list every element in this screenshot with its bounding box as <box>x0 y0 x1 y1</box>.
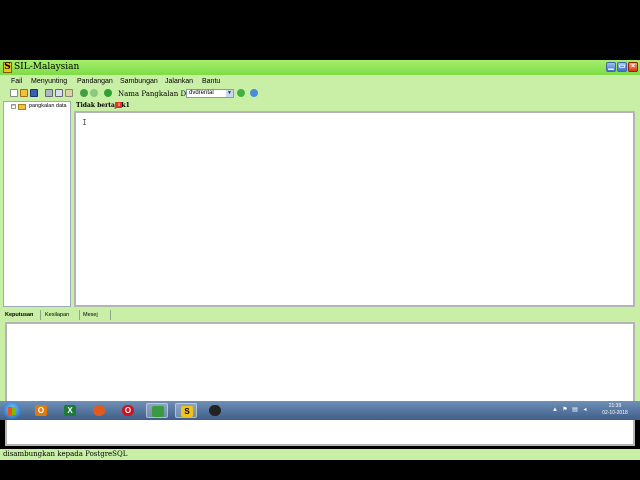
connection-status: disambungkan kepada PostgreSQL <box>3 450 128 458</box>
refresh-icon[interactable] <box>237 89 245 97</box>
taskbar-opera[interactable]: O <box>117 403 139 418</box>
database-select-value: dvdrental <box>189 90 214 96</box>
network-icon[interactable]: ▤ <box>572 407 578 413</box>
outlook-icon: O <box>35 405 47 416</box>
toolbar: Nama Pangkalan Data dvdrental ▼ <box>0 88 640 100</box>
menu-sambungan[interactable]: Sambungan <box>120 78 158 85</box>
maximize-button[interactable]: ▭ <box>617 62 627 72</box>
output-tabs: Keputusan Kesilapan Mesej <box>3 310 637 320</box>
taskbar-obs[interactable] <box>204 403 226 418</box>
close-tab-icon[interactable]: x <box>116 102 122 108</box>
app-logo-icon: S <box>3 62 12 73</box>
globe-icon[interactable] <box>250 89 258 97</box>
taskbar-excel[interactable]: X <box>59 403 81 418</box>
taskbar-firefox[interactable] <box>88 403 110 418</box>
tab-keputusan[interactable]: Keputusan <box>3 310 41 320</box>
sil-app-icon: S <box>181 406 193 417</box>
database-select[interactable]: dvdrental ▼ <box>186 89 234 98</box>
chevron-down-icon[interactable]: ▼ <box>226 90 233 97</box>
flag-icon[interactable]: ⚑ <box>562 407 568 413</box>
undo-icon[interactable] <box>80 89 88 97</box>
sql-editor[interactable]: I <box>74 111 635 307</box>
clock-time: 21:39 <box>608 403 622 409</box>
close-button[interactable]: × <box>628 62 638 72</box>
menu-menyunting[interactable]: Menyunting <box>31 78 67 85</box>
save-icon[interactable] <box>30 89 38 97</box>
taskbar-sil-app[interactable]: S <box>175 403 197 418</box>
tab-mesej[interactable]: Mesej <box>81 310 111 320</box>
folder-icon <box>18 104 26 110</box>
database-tree-panel: − pangkalan data <box>3 101 71 307</box>
status-bar: disambungkan kepada PostgreSQL <box>0 449 640 460</box>
menu-fail[interactable]: Fail <box>11 78 22 85</box>
clock-date: 02-10-2018 <box>602 410 628 416</box>
new-file-icon[interactable] <box>10 89 18 97</box>
menu-jalankan[interactable]: Jalankan <box>165 78 193 85</box>
menu-bar: Fail Menyunting Pandangan Sambungan Jala… <box>0 77 640 87</box>
collapse-icon[interactable]: − <box>11 104 16 109</box>
taskbar-chart-tool[interactable] <box>146 403 168 418</box>
paste-icon[interactable] <box>65 89 73 97</box>
title-bar[interactable]: S SIL-Malaysian ▁ ▭ × <box>0 60 640 75</box>
open-folder-icon[interactable] <box>20 89 28 97</box>
tab-untitled[interactable]: Tidak bertajuk1 <box>74 101 132 110</box>
tab-kesilapan[interactable]: Kesilapan <box>43 310 80 320</box>
tray-expand-icon[interactable]: ▲ <box>552 407 558 413</box>
run-icon[interactable] <box>104 89 112 97</box>
windows-logo-icon <box>8 407 16 415</box>
menu-pandangan[interactable]: Pandangan <box>77 78 113 85</box>
copy-icon[interactable] <box>55 89 63 97</box>
minimize-button[interactable]: ▁ <box>606 62 616 72</box>
excel-icon: X <box>64 405 76 416</box>
taskbar: O X O S ▲ ⚑ ▤ ◂ 21:39 02-10-2018 <box>0 401 640 420</box>
app-window: S SIL-Malaysian ▁ ▭ × Fail Menyunting Pa… <box>0 60 640 460</box>
cut-icon[interactable] <box>45 89 53 97</box>
chart-app-icon <box>152 406 164 417</box>
text-cursor-icon: I <box>82 118 87 127</box>
results-panel[interactable] <box>5 322 635 446</box>
window-title: SIL-Malaysian <box>14 62 80 72</box>
taskbar-outlook[interactable]: O <box>30 403 52 418</box>
firefox-icon <box>93 405 105 416</box>
tree-item-label: pangkalan data <box>29 103 67 109</box>
volume-icon[interactable]: ◂ <box>582 407 588 413</box>
redo-icon[interactable] <box>90 89 98 97</box>
obs-icon <box>209 405 221 416</box>
opera-icon: O <box>122 405 134 416</box>
menu-bantu[interactable]: Bantu <box>202 78 220 85</box>
start-button[interactable] <box>3 402 21 419</box>
system-clock[interactable]: 21:39 02-10-2018 <box>598 403 632 417</box>
